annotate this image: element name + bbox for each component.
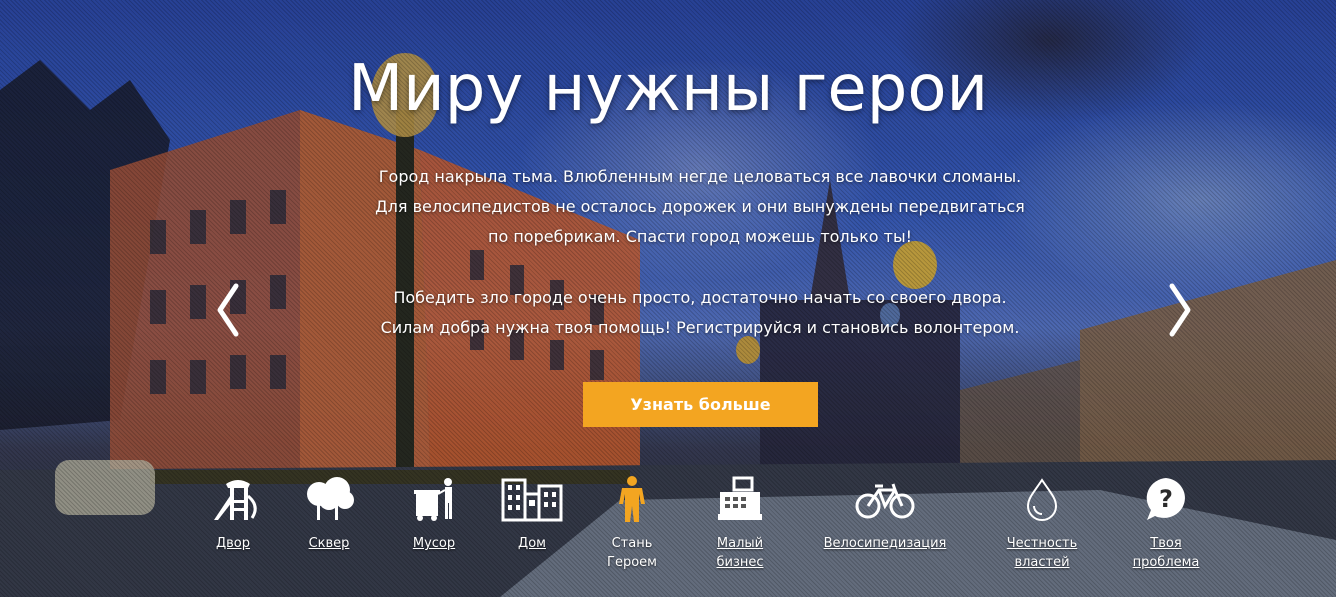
playground-icon bbox=[214, 480, 257, 520]
category-your-problem[interactable]: ? Твоя проблема bbox=[1128, 476, 1204, 572]
category-small-business[interactable]: Малый бизнес bbox=[708, 476, 772, 572]
category-label: Велосипедизация bbox=[823, 536, 947, 551]
category-house[interactable]: Дом bbox=[500, 476, 564, 553]
prev-arrow-icon bbox=[217, 283, 239, 337]
bicycle-icon bbox=[855, 483, 915, 519]
category-bar: Двор Сквер Мусор Дом Стань Героем Малый … bbox=[0, 476, 1336, 597]
prev-slide-button[interactable] bbox=[208, 280, 248, 340]
category-government-honesty[interactable]: Честность властей bbox=[1004, 476, 1080, 572]
hero-person-icon bbox=[619, 476, 645, 522]
hero-title: Миру нужны герои bbox=[347, 52, 989, 126]
description-line: по поребрикам. Спасти город можешь тольк… bbox=[488, 227, 912, 246]
description-line: Город накрыла тьма. Влюбленным негде цел… bbox=[378, 167, 1022, 186]
learn-more-button[interactable]: Узнать больше bbox=[583, 382, 818, 427]
category-label: Малый бизнес bbox=[716, 536, 764, 570]
category-square[interactable]: Сквер bbox=[298, 476, 360, 553]
cash-register-icon bbox=[718, 476, 762, 520]
svg-text:?: ? bbox=[1159, 485, 1173, 513]
garbage-icon bbox=[414, 478, 452, 521]
question-bubble-icon: ? bbox=[1146, 478, 1185, 520]
category-label: Двор bbox=[215, 536, 251, 551]
category-cycling[interactable]: Велосипедизация bbox=[820, 476, 950, 553]
category-label: Твоя проблема bbox=[1132, 536, 1200, 570]
description-line: Победить зло городе очень просто, достат… bbox=[393, 288, 1007, 307]
category-label: Сквер bbox=[308, 536, 350, 551]
category-label: Дом bbox=[518, 536, 546, 551]
house-icon bbox=[501, 478, 563, 522]
hero-slider: Миру нужны герои Город накрыла тьма. Влю… bbox=[0, 0, 1336, 597]
category-label: Стань Героем bbox=[607, 536, 657, 570]
category-garbage[interactable]: Мусор bbox=[406, 476, 462, 553]
category-become-hero[interactable]: Стань Героем bbox=[600, 476, 664, 572]
category-yard[interactable]: Двор bbox=[200, 476, 266, 553]
drop-icon bbox=[1026, 478, 1058, 521]
hero-description-1: Город накрыла тьма. Влюбленным негде цел… bbox=[300, 162, 1100, 252]
hero-description-2: Победить зло городе очень просто, достат… bbox=[300, 283, 1100, 343]
next-arrow-icon bbox=[1169, 283, 1191, 337]
trees-icon bbox=[307, 477, 354, 520]
next-slide-button[interactable] bbox=[1160, 280, 1200, 340]
description-line: Для велосипедистов не осталось дорожек и… bbox=[375, 197, 1025, 216]
category-label: Мусор bbox=[412, 536, 456, 551]
category-label: Честность властей bbox=[1006, 536, 1078, 570]
description-line: Силам добра нужна твоя помощь! Регистрир… bbox=[380, 318, 1020, 337]
